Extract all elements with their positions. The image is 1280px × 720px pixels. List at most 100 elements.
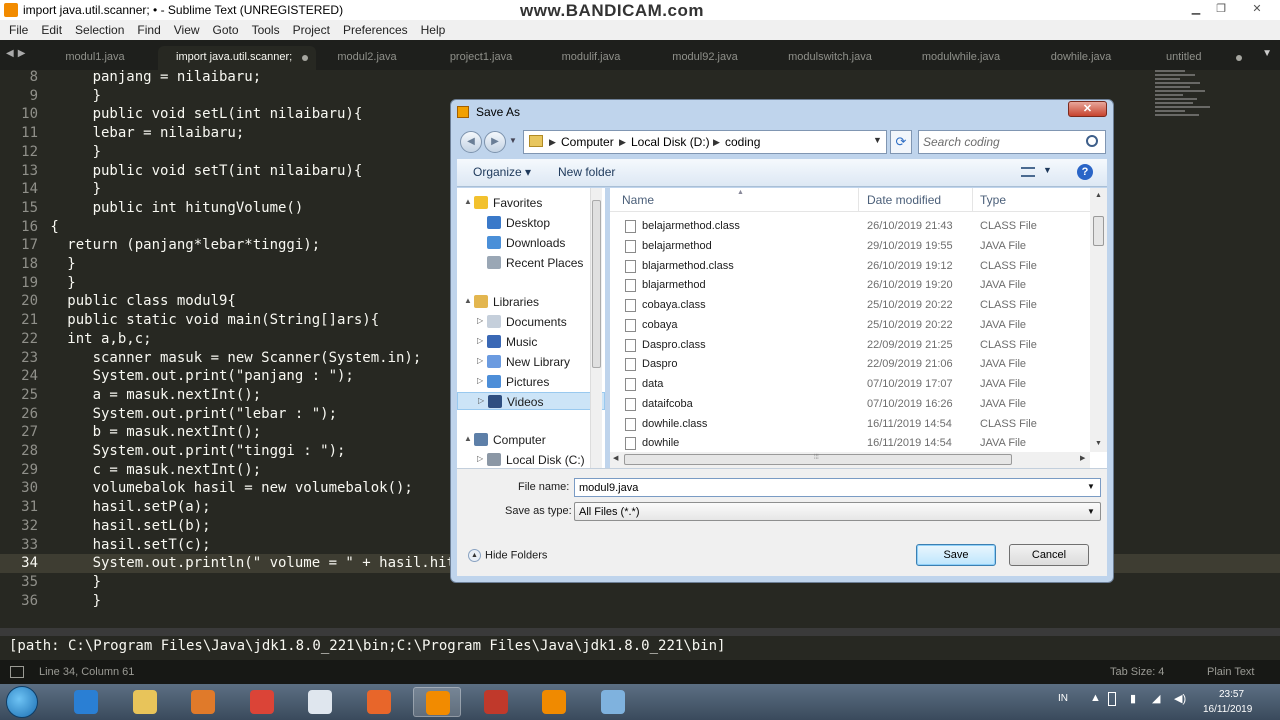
nav-item-libraries[interactable]: ▲ Libraries [457, 293, 605, 311]
back-arrow-icon[interactable]: ◀ [460, 131, 482, 153]
column-name[interactable]: Name [622, 193, 654, 207]
tab-modulswitch[interactable]: modulswitch.java [780, 46, 880, 70]
navigation-scrollbar[interactable] [590, 188, 602, 468]
file-row[interactable]: blajarmethod 26/10/2019 19:20 JAVA File [610, 276, 1090, 295]
file-name-dropdown-icon[interactable]: ▼ [1087, 482, 1095, 491]
volume-icon[interactable]: ◀) [1174, 692, 1186, 705]
menu-preferences[interactable]: Preferences [343, 23, 408, 37]
search-input[interactable] [923, 134, 1083, 150]
view-options-icon[interactable] [1021, 167, 1035, 177]
expand-arrow-icon[interactable]: ▷ [478, 396, 484, 405]
breadcrumb-computer[interactable]: Computer [561, 135, 614, 149]
code-text[interactable]: a = masuk.nextInt(); [42, 386, 262, 405]
cancel-button[interactable]: Cancel [1009, 544, 1089, 566]
nav-item-favorites[interactable]: ▲ Favorites [457, 194, 605, 212]
tab-modulwhile[interactable]: modulwhile.java [912, 46, 1010, 70]
taskbar-media-player-button[interactable] [179, 687, 227, 717]
file-name-combobox[interactable]: ▼ [574, 478, 1101, 497]
scroll-up-icon[interactable]: ▲ [1095, 192, 1102, 199]
expand-arrow-icon[interactable]: ▷ [477, 356, 483, 365]
menu-goto[interactable]: Goto [213, 23, 239, 37]
code-text[interactable]: System.out.print("panjang : "); [42, 367, 354, 386]
search-box[interactable] [918, 130, 1106, 154]
file-row[interactable]: belajarmethod.class 26/10/2019 21:43 CLASS… [610, 217, 1090, 236]
file-row[interactable]: dataifcoba 07/10/2019 16:26 JAVA File [610, 395, 1090, 414]
nav-item-desktop[interactable]: Desktop [457, 214, 605, 232]
scrollbar-thumb[interactable] [1093, 216, 1104, 246]
expand-arrow-icon[interactable]: ▷ [477, 376, 483, 385]
code-line[interactable]: 8 panjang = nilaibaru; [0, 70, 1280, 87]
language-indicator[interactable]: IN [1058, 693, 1068, 704]
code-text[interactable]: scanner masuk = new Scanner(System.in); [42, 349, 422, 368]
network-icon[interactable]: ▮ [1130, 692, 1136, 705]
menu-project[interactable]: Project [293, 23, 330, 37]
code-text[interactable]: int a,b,c; [42, 330, 151, 349]
tab-untitled[interactable]: untitled [1140, 46, 1250, 70]
taskbar-notepad-button[interactable] [296, 687, 344, 717]
nav-item-computer[interactable]: ▲ Computer [457, 431, 605, 449]
tab-modul2[interactable]: modul2.java [322, 46, 412, 70]
menu-view[interactable]: View [174, 23, 200, 37]
console-divider[interactable] [0, 628, 1280, 636]
code-text[interactable]: } [42, 592, 101, 611]
search-icon[interactable] [1086, 135, 1098, 147]
tab-modul92[interactable]: modul92.java [660, 46, 750, 70]
nav-item-new-library[interactable]: ▷ New Library [457, 353, 605, 371]
refresh-icon[interactable]: ⟳ [890, 130, 912, 154]
maximize-button[interactable]: ❐ [1211, 2, 1231, 17]
code-text[interactable]: public void setT(int nilaibaru){ [42, 162, 363, 181]
code-text[interactable]: public class modul9{ [42, 292, 236, 311]
code-text[interactable]: volumebalok hasil = new volumebalok(); [42, 479, 413, 498]
column-separator[interactable] [972, 188, 973, 212]
tab-scroll-arrows-icon[interactable]: ◀▶ [6, 48, 29, 59]
code-text[interactable]: lebar = nilaibaru; [42, 124, 245, 143]
code-text[interactable]: System.out.print("tinggi : "); [42, 442, 346, 461]
code-text[interactable]: } [42, 274, 75, 293]
scrollbar-thumb[interactable] [592, 200, 601, 368]
save-as-type-dropdown-icon[interactable]: ▼ [1087, 507, 1095, 516]
nav-item-local-disk-c[interactable]: ▷ Local Disk (C:) [457, 451, 605, 468]
file-row[interactable]: blajarmethod.class 26/10/2019 19:12 CLASS … [610, 257, 1090, 276]
menu-tools[interactable]: Tools [252, 23, 280, 37]
dialog-titlebar[interactable]: Save As ✕ [451, 100, 1113, 124]
start-button[interactable] [6, 686, 38, 718]
nav-item-recent-places[interactable]: Recent Places [457, 254, 605, 272]
expand-arrow-icon[interactable]: ▲ [464, 296, 472, 305]
taskbar-sublime-text-button[interactable] [413, 687, 461, 717]
tab-modulif[interactable]: modulif.java [546, 46, 636, 70]
tab-project1[interactable]: project1.java [436, 46, 526, 70]
code-text[interactable]: hasil.setT(c); [42, 536, 211, 555]
syntax-selector[interactable]: Plain Text [1207, 660, 1255, 684]
code-text[interactable]: b = masuk.nextInt(); [42, 423, 262, 442]
breadcrumb-separator-icon[interactable]: ▶ [713, 137, 720, 148]
nav-item-downloads[interactable]: Downloads [457, 234, 605, 252]
code-text[interactable]: { [42, 218, 58, 237]
menu-edit[interactable]: Edit [41, 23, 62, 37]
save-as-type-select[interactable]: All Files (*.*) ▼ [574, 502, 1101, 521]
nav-item-pictures[interactable]: ▷ Pictures [457, 373, 605, 391]
column-separator[interactable] [858, 188, 859, 212]
clock-date[interactable]: 16/11/2019 [1203, 704, 1252, 715]
file-name-input[interactable] [579, 480, 1079, 495]
scroll-right-icon[interactable]: ▶ [1080, 454, 1085, 462]
code-text[interactable]: } [42, 87, 101, 106]
address-dropdown-icon[interactable]: ▼ [873, 135, 882, 145]
tab-dropdown-icon[interactable]: ▼ [1262, 48, 1272, 59]
taskbar-firefox-button[interactable] [355, 687, 403, 717]
column-type[interactable]: Type [980, 193, 1006, 207]
expand-arrow-icon[interactable]: ▷ [477, 336, 483, 345]
taskbar-app-button[interactable] [589, 687, 637, 717]
expand-arrow-icon[interactable]: ▷ [477, 454, 483, 463]
file-list-horizontal-scrollbar[interactable]: ◀ ⦙⦙⦙ ▶ [610, 452, 1090, 468]
help-icon[interactable]: ? [1077, 164, 1093, 180]
code-text[interactable]: return (panjang*lebar*tinggi); [42, 236, 320, 255]
forward-arrow-icon[interactable]: ▶ [484, 131, 506, 153]
recent-locations-icon[interactable]: ▼ [509, 136, 517, 145]
column-date-modified[interactable]: Date modified [867, 193, 941, 207]
file-row[interactable]: Daspro.class 22/09/2019 21:25 CLASS File [610, 336, 1090, 355]
code-text[interactable]: hasil.setP(a); [42, 498, 211, 517]
tab-size-selector[interactable]: Tab Size: 4 [1110, 660, 1164, 684]
close-window-button[interactable]: ✕ [1247, 2, 1267, 17]
file-row[interactable]: dowhile 16/11/2019 14:54 JAVA File [610, 434, 1090, 453]
dialog-close-button[interactable]: ✕ [1068, 101, 1107, 117]
